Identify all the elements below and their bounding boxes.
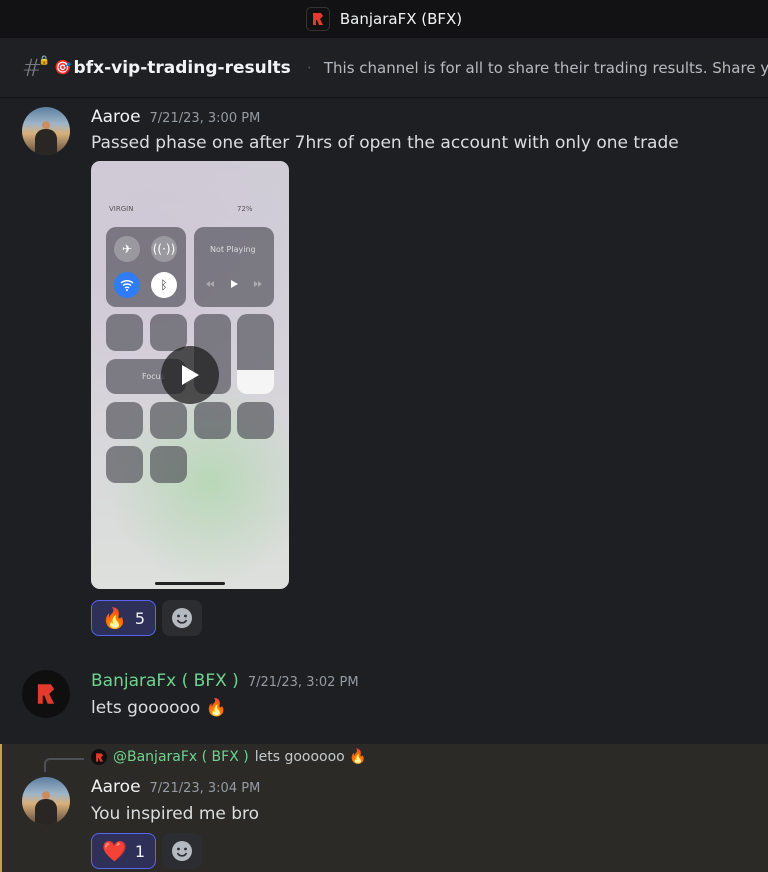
flashlight-icon (106, 402, 143, 439)
add-reaction-button[interactable] (162, 600, 203, 636)
timer-icon (150, 402, 187, 439)
reply-avatar (91, 749, 107, 765)
header-divider: · (306, 58, 312, 77)
server-title: BanjaraFX (BFX) (339, 10, 463, 28)
cellular-icon: ((·)) (151, 236, 177, 262)
carrier-label: VIRGIN (109, 205, 134, 213)
reply-text: lets goooooo 🔥 (254, 749, 367, 765)
add-reaction-icon (172, 608, 193, 628)
reply-author[interactable]: @BanjaraFx ( BFX ) (113, 749, 249, 765)
channel-header: # 🔒 🎯 bfx-vip-trading-results · This chan… (0, 38, 768, 98)
add-reaction-button[interactable] (162, 833, 203, 869)
message-author[interactable]: BanjaraFx ( BFX ) (91, 671, 239, 691)
message-author[interactable]: Aaroe (91, 107, 141, 127)
brand-logo-icon (37, 684, 55, 704)
reply-reference[interactable]: @BanjaraFx ( BFX ) lets goooooo 🔥 (91, 749, 367, 765)
reply-spine (44, 758, 84, 772)
video-attachment[interactable]: VIRGIN 72% ✈ ((·)) ᛒ Not Playing Focus (91, 161, 289, 589)
message-text: You inspired me bro (91, 804, 260, 824)
message-timestamp: 7/21/23, 3:04 PM (149, 781, 261, 796)
message-timestamp: 7/21/23, 3:02 PM (247, 675, 359, 690)
add-reaction-icon (172, 841, 193, 861)
channel-emoji: 🎯 (54, 59, 72, 76)
message-text: lets goooooo 🔥 (91, 698, 227, 718)
message-timestamp: 7/21/23, 3:00 PM (149, 111, 261, 126)
wifi-icon (114, 272, 140, 298)
reaction-bar: ❤️ 1 (91, 833, 203, 869)
rotation-lock-icon (106, 314, 143, 351)
calculator-icon (194, 402, 231, 439)
window-titlebar: BanjaraFX (BFX) (0, 0, 768, 38)
battery-label: 72% (237, 205, 253, 213)
avatar[interactable] (22, 670, 70, 718)
play-icon[interactable] (161, 346, 219, 404)
media-controls-icon (206, 280, 262, 288)
volume-slider (237, 314, 274, 394)
reaction-count: 5 (134, 608, 146, 628)
screen-mirror-icon (150, 314, 187, 351)
reaction-fire[interactable]: 🔥 5 (91, 600, 157, 636)
channel-hash-icon: # 🔒 (22, 53, 51, 82)
home-indicator (155, 582, 225, 585)
reaction-bar: 🔥 5 (91, 600, 203, 636)
avatar[interactable] (22, 777, 70, 825)
now-playing-tile: Not Playing (194, 227, 274, 307)
fire-emoji: 🔥 (102, 606, 127, 630)
reaction-count: 1 (134, 841, 146, 861)
record-icon (106, 446, 143, 483)
message-list: Aaroe 7/21/23, 3:00 PM Passed phase one … (0, 99, 768, 872)
message-text: Passed phase one after 7hrs of open the … (91, 133, 679, 153)
connectivity-tile: ✈ ((·)) ᛒ (106, 227, 186, 307)
reaction-heart[interactable]: ❤️ 1 (91, 833, 157, 869)
low-power-icon (150, 446, 187, 483)
message-author[interactable]: Aaroe (91, 777, 141, 797)
now-playing-label: Not Playing (210, 245, 256, 254)
server-logo-icon (305, 7, 330, 31)
lock-icon: 🔒 (38, 55, 51, 66)
airplane-icon: ✈ (114, 236, 140, 262)
heart-emoji: ❤️ (102, 839, 127, 863)
camera-icon (237, 402, 274, 439)
bluetooth-icon: ᛒ (151, 272, 177, 298)
channel-topic[interactable]: This channel is for all to share their t… (324, 59, 768, 77)
channel-name[interactable]: bfx-vip-trading-results (74, 58, 291, 78)
avatar[interactable] (22, 107, 70, 155)
